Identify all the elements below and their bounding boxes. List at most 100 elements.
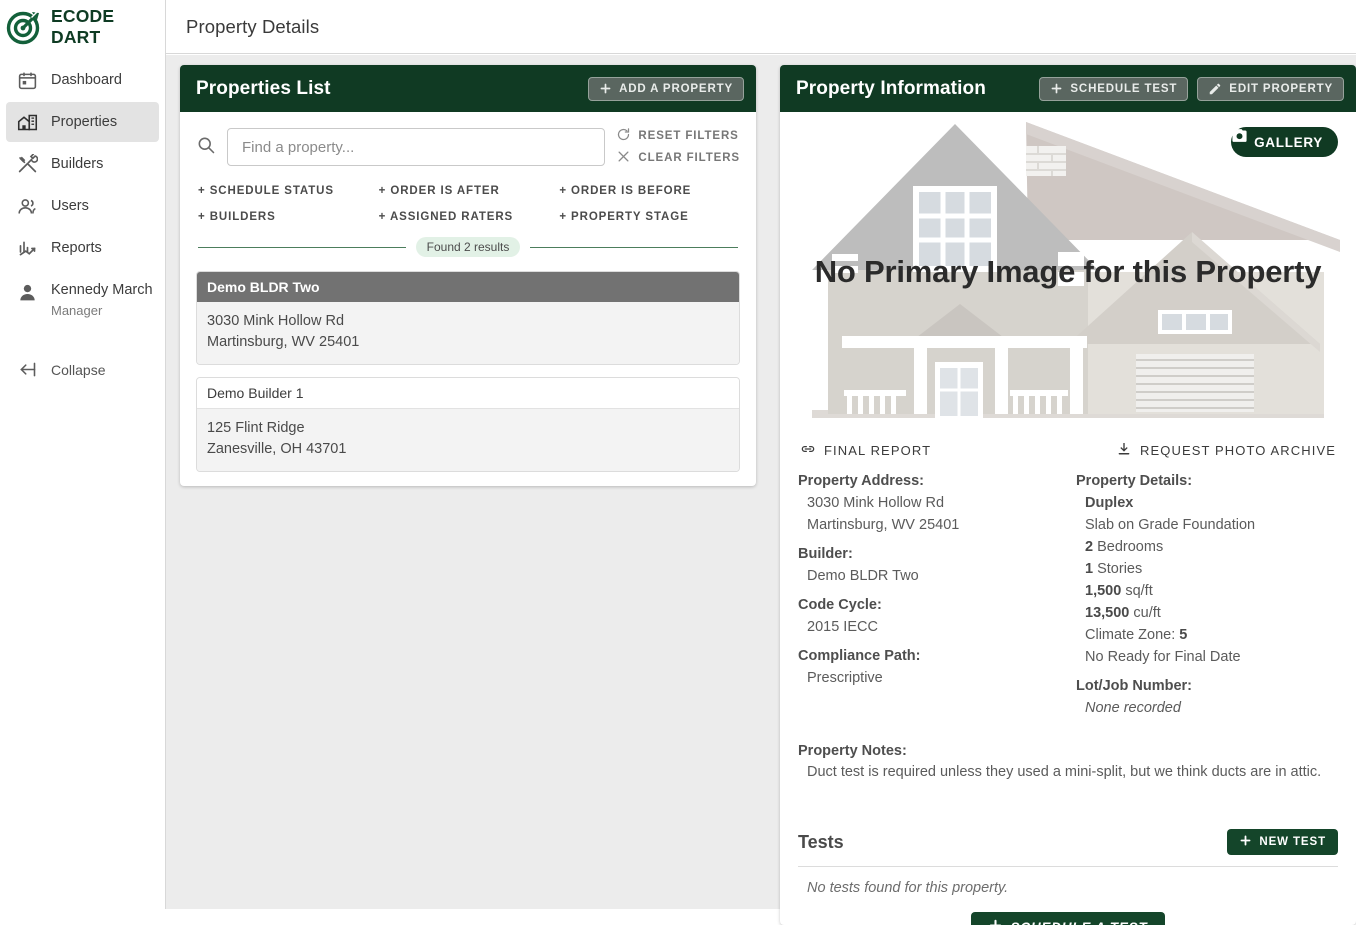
gallery-label: GALLERY	[1254, 135, 1323, 150]
divider-line-left	[198, 247, 406, 248]
detail-bedrooms-unit: Bedrooms	[1093, 539, 1163, 555]
property-card-selected[interactable]: Demo BLDR Two 3030 Mink Hollow Rd Martin…	[196, 271, 740, 365]
sidebar-item-builders[interactable]: Builders	[6, 144, 159, 184]
detail-climate-zone-label: Climate Zone:	[1085, 627, 1179, 643]
reset-filters-button[interactable]: RESET FILTERS	[616, 127, 740, 145]
person-icon	[17, 282, 38, 303]
brand-name: ECODE DART	[51, 6, 165, 48]
results-count-pill: Found 2 results	[416, 237, 521, 257]
sidebar-item-reports[interactable]: Reports	[6, 228, 159, 268]
schedule-test-label: SCHEDULE TEST	[1070, 83, 1177, 95]
detail-square-feet-value: 1,500	[1085, 583, 1121, 599]
search-row: RESET FILTERS CLEAR FILTERS	[180, 112, 756, 167]
property-notes-label: Property Notes:	[798, 743, 1338, 759]
user-role: Manager	[51, 302, 153, 319]
property-information-header: Property Information SCHEDULE TEST	[780, 65, 1356, 112]
property-information-panel: Property Information SCHEDULE TEST	[780, 65, 1356, 925]
tests-empty-message: No tests found for this property.	[798, 867, 1338, 896]
refresh-icon	[616, 127, 631, 145]
sidebar-nav: Dashboard Properties Buil	[0, 60, 165, 380]
edit-property-label: EDIT PROPERTY	[1229, 83, 1333, 95]
gallery-button[interactable]: GALLERY	[1231, 127, 1338, 157]
request-photo-archive-label: REQUEST PHOTO ARCHIVE	[1140, 443, 1336, 458]
property-card-citystate: Martinsburg, WV 25401	[207, 332, 729, 353]
sidebar-item-label: Builders	[51, 156, 103, 172]
divider-line-right	[530, 247, 738, 248]
detail-ready-for-final-date: No Ready for Final Date	[1076, 646, 1338, 668]
plus-icon	[599, 82, 612, 95]
schedule-test-button[interactable]: SCHEDULE TEST	[1039, 77, 1188, 101]
sidebar-item-users[interactable]: Users	[6, 186, 159, 226]
filter-links: RESET FILTERS CLEAR FILTERS	[616, 127, 740, 167]
property-fields-columns: Property Address: 3030 Mink Hollow Rd Ma…	[798, 470, 1338, 719]
detail-bedrooms: 2 Bedrooms	[1076, 536, 1338, 558]
clear-filters-button[interactable]: CLEAR FILTERS	[616, 149, 740, 167]
primary-image-placeholder: No Primary Image for this Property GALLE…	[780, 112, 1356, 432]
document-links-row: FINAL REPORT REQUEST PHOTO ARCHIVE	[798, 432, 1338, 470]
edit-property-button[interactable]: EDIT PROPERTY	[1197, 77, 1344, 101]
sidebar-item-label: Reports	[51, 240, 102, 256]
filter-chip-order-is-after[interactable]: + ORDER IS AFTER	[379, 185, 560, 197]
sidebar-user[interactable]: Kennedy March Manager	[6, 276, 159, 325]
main-canvas: Properties List ADD A PROPERTY	[166, 55, 1356, 909]
download-icon	[1116, 441, 1132, 460]
no-primary-image-text: No Primary Image for this Property	[780, 254, 1356, 290]
property-address-label: Property Address:	[798, 470, 1076, 492]
property-fields-left: Property Address: 3030 Mink Hollow Rd Ma…	[798, 470, 1076, 719]
collapse-label: Collapse	[51, 362, 105, 378]
arrow-left-bar-icon	[17, 359, 38, 380]
pencil-icon	[1208, 82, 1222, 96]
properties-header-actions: ADD A PROPERTY	[588, 77, 744, 101]
tests-header: Tests NEW TEST	[798, 829, 1338, 855]
plus-icon	[1050, 82, 1063, 95]
filter-chip-builders[interactable]: + BUILDERS	[198, 211, 379, 223]
property-information-title: Property Information	[796, 78, 986, 100]
lot-job-number-label: Lot/Job Number:	[1076, 675, 1338, 697]
filter-chip-order-is-before[interactable]: + ORDER IS BEFORE	[559, 185, 740, 197]
property-cards-list: Demo BLDR Two 3030 Mink Hollow Rd Martin…	[180, 257, 756, 472]
sidebar: ECODE DART Dashboard Pr	[0, 0, 166, 909]
detail-climate-zone: Climate Zone: 5	[1076, 624, 1338, 646]
final-report-label: FINAL REPORT	[824, 443, 931, 458]
detail-cubic-feet-unit: cu/ft	[1129, 605, 1160, 621]
close-x-icon	[616, 149, 631, 167]
property-notes-value: Duct test is required unless they used a…	[798, 761, 1338, 783]
property-card-street: 3030 Mink Hollow Rd	[207, 311, 729, 332]
property-card[interactable]: Demo Builder 1 125 Flint Ridge Zanesvill…	[196, 377, 740, 472]
schedule-a-test-label: SCHEDULE A TEST	[1010, 920, 1147, 925]
detail-foundation: Slab on Grade Foundation	[1076, 514, 1338, 536]
building-home-icon	[17, 112, 38, 133]
final-report-link[interactable]: FINAL REPORT	[800, 441, 931, 460]
filter-chip-property-stage[interactable]: + PROPERTY STAGE	[559, 211, 740, 223]
calendar-icon	[17, 70, 38, 91]
dart-target-icon	[6, 8, 44, 46]
search-box[interactable]	[227, 128, 605, 166]
user-name: Kennedy March	[51, 282, 153, 299]
property-header-actions: SCHEDULE TEST EDIT PROPERTY	[1039, 77, 1344, 101]
people-icon	[17, 196, 38, 217]
filter-chip-schedule-status[interactable]: + SCHEDULE STATUS	[198, 185, 379, 197]
collapse-sidebar-button[interactable]: Collapse	[6, 359, 159, 380]
new-test-label: NEW TEST	[1259, 836, 1326, 848]
add-a-property-label: ADD A PROPERTY	[619, 83, 733, 95]
page-title: Property Details	[166, 16, 319, 38]
search-input[interactable]	[240, 138, 592, 157]
tests-title: Tests	[798, 832, 844, 853]
property-details-label: Property Details:	[1076, 470, 1338, 492]
request-photo-archive-link[interactable]: REQUEST PHOTO ARCHIVE	[1116, 441, 1336, 460]
sidebar-item-dashboard[interactable]: Dashboard	[6, 60, 159, 100]
filter-chip-assigned-raters[interactable]: + ASSIGNED RATERS	[379, 211, 560, 223]
schedule-a-test-button[interactable]: SCHEDULE A TEST	[971, 912, 1164, 925]
compliance-path-label: Compliance Path:	[798, 645, 1076, 667]
new-test-button[interactable]: NEW TEST	[1227, 829, 1338, 855]
add-a-property-button[interactable]: ADD A PROPERTY	[588, 77, 744, 101]
brand[interactable]: ECODE DART	[0, 0, 165, 54]
builder-label: Builder:	[798, 543, 1076, 565]
detail-stories-unit: Stories	[1093, 561, 1142, 577]
reset-filters-label: RESET FILTERS	[638, 130, 738, 142]
property-card-address: 125 Flint Ridge Zanesville, OH 43701	[197, 408, 739, 471]
detail-square-feet-unit: sq/ft	[1121, 583, 1152, 599]
sidebar-item-properties[interactable]: Properties	[6, 102, 159, 142]
sidebar-item-label: Users	[51, 198, 89, 214]
detail-square-feet: 1,500 sq/ft	[1076, 580, 1338, 602]
